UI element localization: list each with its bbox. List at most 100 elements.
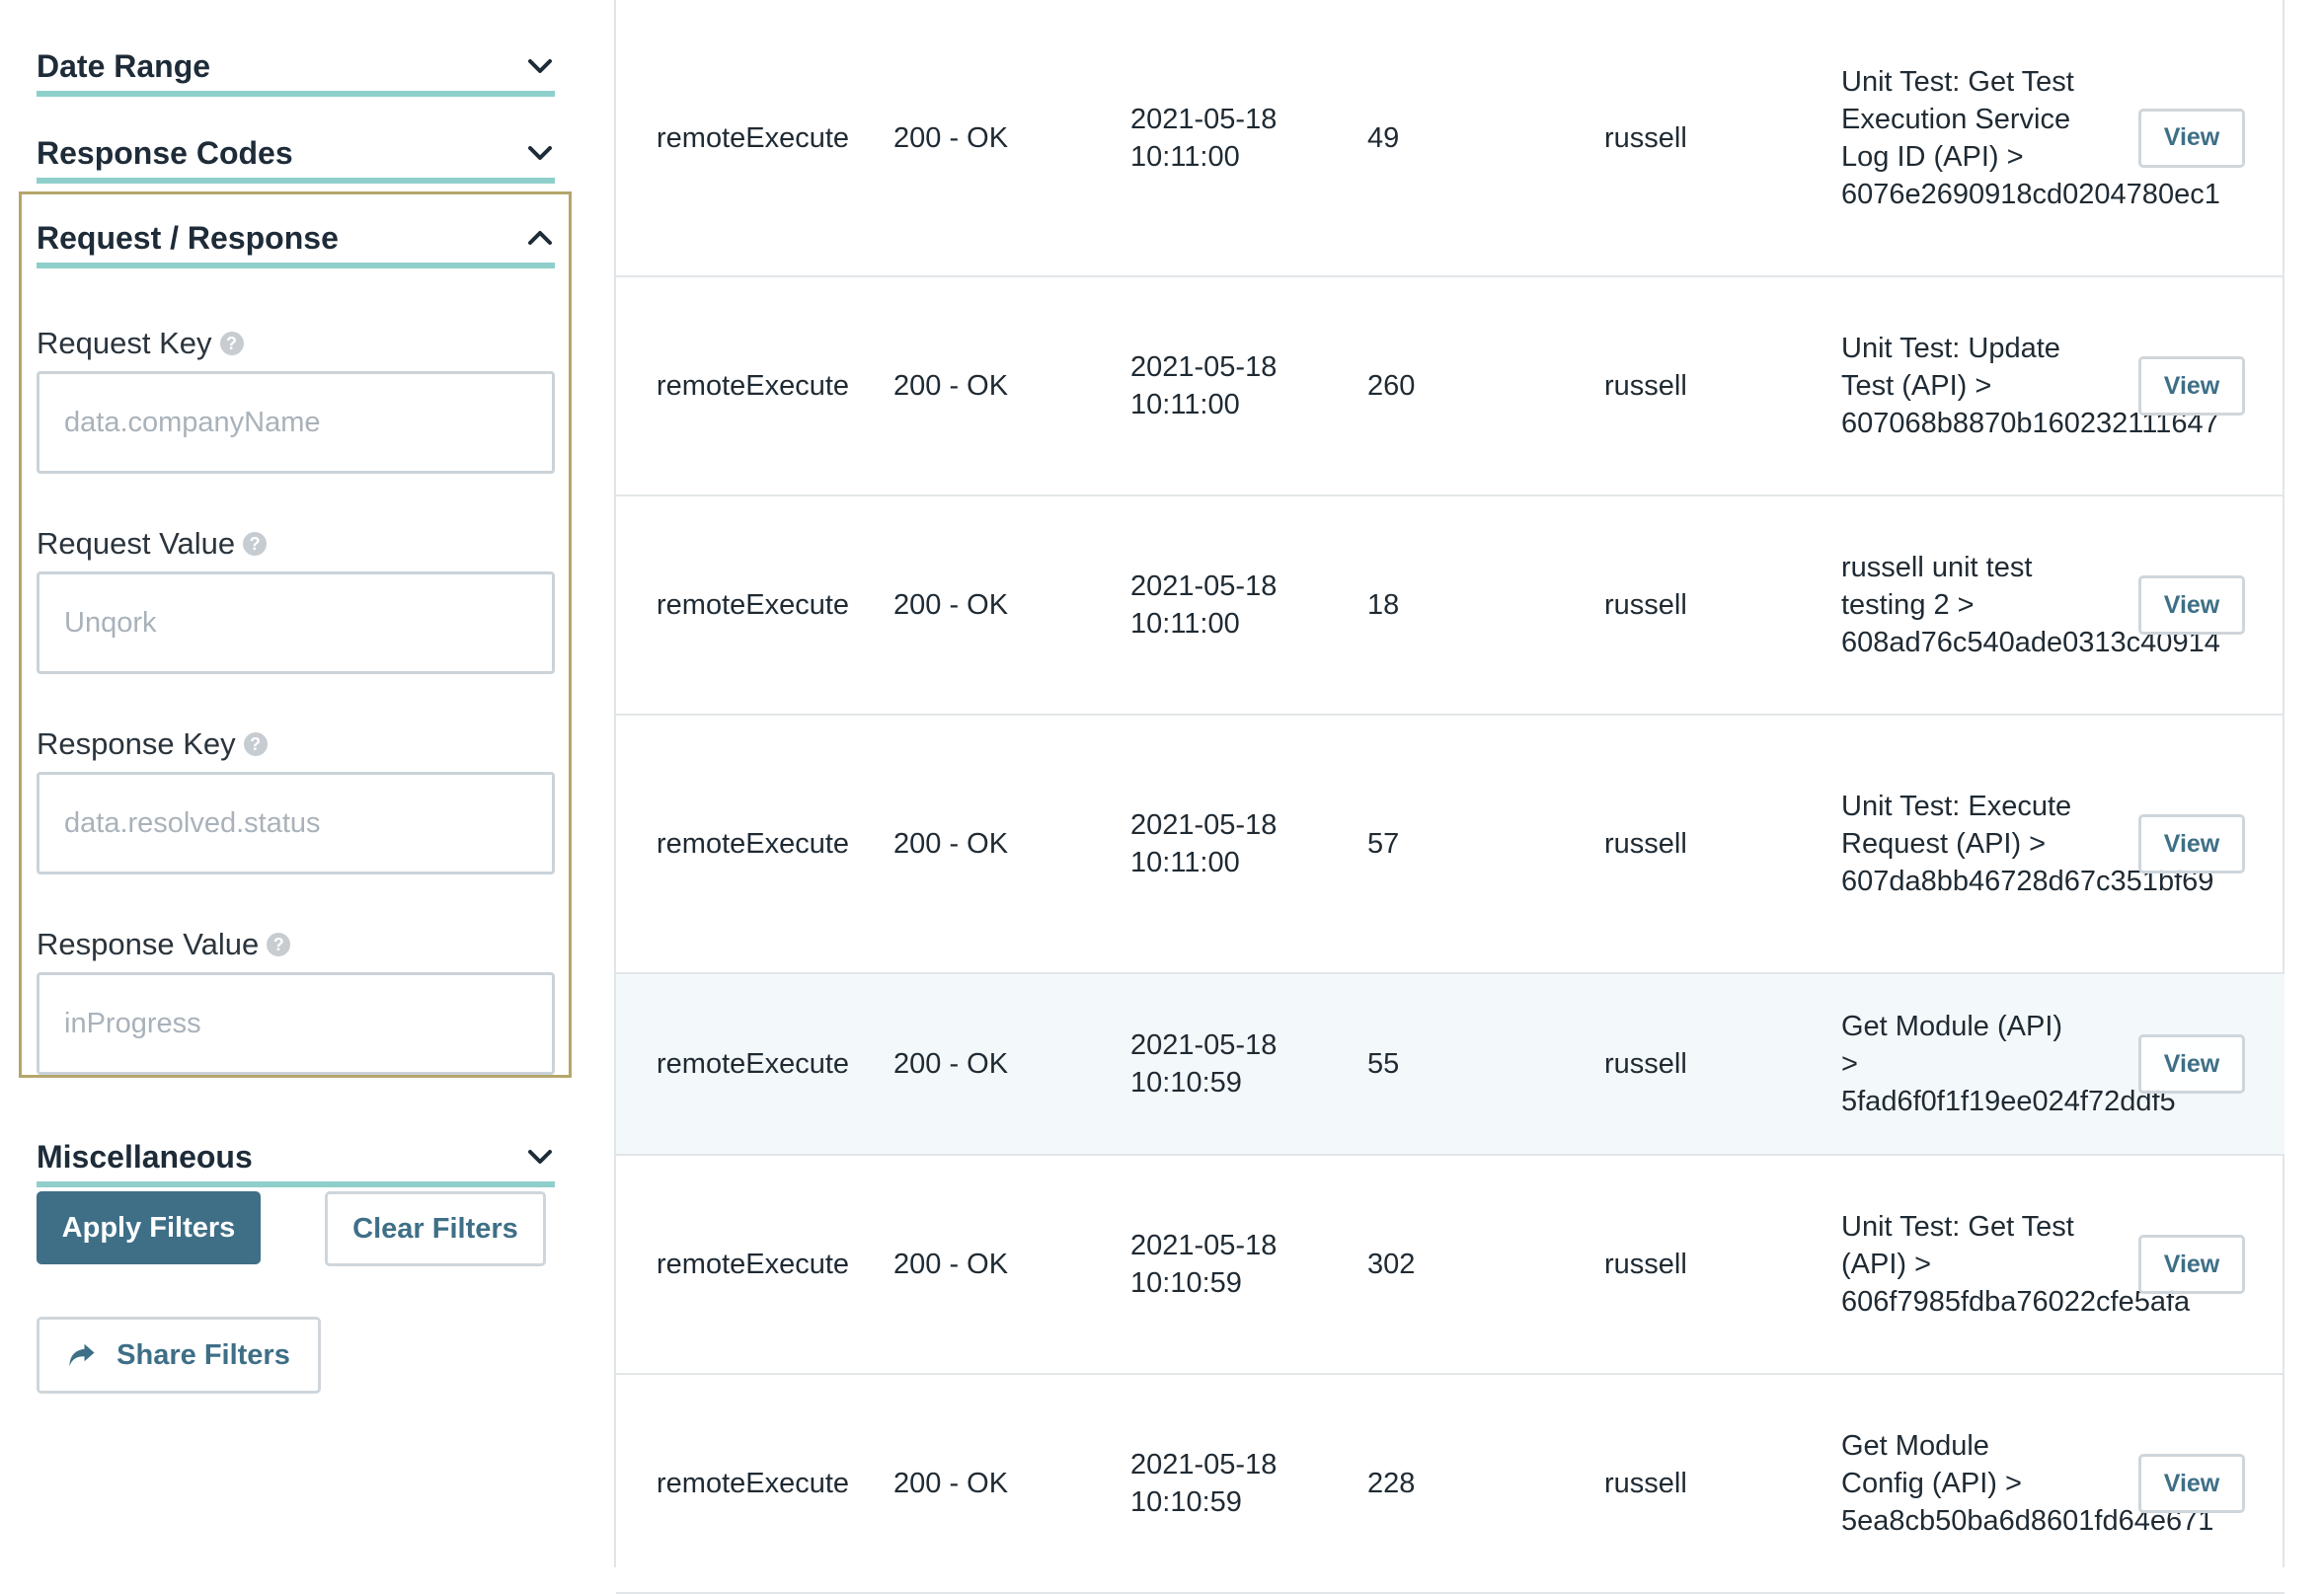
- chevron-down-icon: [528, 59, 552, 73]
- cell-time: 10:11:00: [1130, 140, 1240, 173]
- request-value-input[interactable]: [37, 571, 555, 674]
- cell-description-text: Unit Test: Execute Request (API) >: [1841, 791, 2072, 860]
- cell-description: Get Module Config (API) >5ea8cb50ba6d860…: [1841, 1427, 2213, 1540]
- cell-time: 10:11:00: [1130, 608, 1240, 640]
- cell-datetime: 2021-05-18 10:11:00: [1130, 101, 1277, 176]
- cell-description: russell unit test testing 2 >608ad76c540…: [1841, 549, 2220, 661]
- view-button[interactable]: View: [2138, 575, 2245, 635]
- cell-status: 200 - OK: [893, 1468, 1009, 1499]
- cell-description: Unit Test: Get Test Execution Service Lo…: [1841, 63, 2220, 213]
- cell-description-text: Get Module (API) >: [1841, 1011, 2063, 1080]
- view-button[interactable]: View: [2138, 1235, 2245, 1294]
- cell-time: 10:11:00: [1130, 389, 1240, 420]
- cell-status: 200 - OK: [893, 1048, 1009, 1080]
- cell-status: 200 - OK: [893, 121, 1009, 154]
- cell-time: 10:10:59: [1130, 1267, 1242, 1299]
- accordion-title: Response Codes: [37, 134, 293, 171]
- request-key-input[interactable]: [37, 371, 555, 474]
- view-button[interactable]: View: [2138, 1034, 2245, 1094]
- clear-filters-button[interactable]: Clear Filters: [325, 1191, 546, 1266]
- accordion-title: Miscellaneous: [37, 1138, 253, 1175]
- cell-time: 10:10:59: [1130, 1067, 1242, 1099]
- cell-duration: 260: [1367, 370, 1416, 402]
- table-row: remoteExecute 200 - OK 2021-05-18 10:11:0…: [616, 277, 2285, 496]
- cell-duration: 57: [1367, 828, 1400, 860]
- cell-date: 2021-05-18: [1130, 809, 1278, 841]
- help-icon[interactable]: ?: [219, 332, 244, 355]
- chevron-up-icon: [528, 231, 552, 245]
- cell-duration: 228: [1367, 1468, 1416, 1499]
- cell-method: remoteExecute: [657, 121, 850, 154]
- cell-description: Unit Test: Get Test (API) > 606f7985fdba7…: [1841, 1208, 2190, 1321]
- request-key-label: Request Key ?: [37, 326, 244, 361]
- cell-user: russell: [1604, 828, 1687, 860]
- share-arrow-icon: [69, 1343, 95, 1367]
- filter-sidebar: Date Range Response Codes Request / Resp…: [0, 0, 614, 1567]
- cell-datetime: 2021-05-18 10:11:00: [1130, 806, 1277, 881]
- help-icon[interactable]: ?: [267, 933, 291, 956]
- response-key-input[interactable]: [37, 772, 555, 874]
- cell-description: Unit Test: Execute Request (API) >607da8…: [1841, 788, 2213, 900]
- chevron-down-icon: [528, 1150, 552, 1164]
- cell-method: remoteExecute: [657, 370, 850, 402]
- cell-datetime: 2021-05-18 10:11:00: [1130, 568, 1277, 643]
- table-row: remoteExecute 200 - OK 2021-05-18 10:11:0…: [616, 716, 2285, 974]
- response-value-input[interactable]: [37, 972, 555, 1075]
- cell-date: 2021-05-18: [1130, 570, 1278, 602]
- share-filters-button[interactable]: Share Filters: [37, 1317, 321, 1394]
- cell-date: 2021-05-18: [1130, 103, 1278, 135]
- accordion-response-codes[interactable]: Response Codes: [37, 128, 555, 184]
- cell-description-text: Get Module Config (API) >: [1841, 1430, 2022, 1499]
- cell-date: 2021-05-18: [1130, 1230, 1278, 1261]
- field-label-text: Response Value: [37, 927, 260, 961]
- cell-id: 5fad6f0f1f19ee024f72ddf5: [1841, 1086, 2176, 1117]
- field-label-text: Response Key: [37, 726, 236, 761]
- table-row: remoteExecute 200 - OK 2021-05-18 10:10:5…: [616, 1156, 2285, 1375]
- field-label-text: Request Key: [37, 326, 212, 360]
- cell-status: 200 - OK: [893, 370, 1009, 402]
- help-icon[interactable]: ?: [243, 532, 268, 556]
- cell-status: 200 - OK: [893, 589, 1009, 621]
- cell-description-text: Unit Test: Get Test (API) >: [1841, 1211, 2074, 1280]
- cell-time: 10:10:59: [1130, 1486, 1242, 1518]
- cell-datetime: 2021-05-18 10:11:00: [1130, 348, 1277, 423]
- cell-duration: 55: [1367, 1048, 1400, 1080]
- view-button[interactable]: View: [2138, 814, 2245, 873]
- response-key-label: Response Key ?: [37, 726, 268, 762]
- cell-datetime: 2021-05-18 10:10:59: [1130, 1227, 1277, 1302]
- accordion-miscellaneous[interactable]: Miscellaneous: [37, 1132, 555, 1187]
- chevron-down-icon: [528, 146, 552, 160]
- cell-user: russell: [1604, 1249, 1687, 1280]
- accordion-request-response[interactable]: Request / Response: [37, 213, 555, 268]
- cell-method: remoteExecute: [657, 1249, 850, 1280]
- cell-date: 2021-05-18: [1130, 1449, 1278, 1480]
- cell-id: 6076e2690918cd0204780ec1: [1841, 178, 2220, 210]
- cell-user: russell: [1604, 1468, 1687, 1499]
- view-button[interactable]: View: [2138, 1454, 2245, 1513]
- cell-time: 10:11:00: [1130, 847, 1240, 878]
- table-row: remoteExecute 200 - OK 2021-05-18 10:11:0…: [616, 0, 2285, 277]
- cell-description-text: Unit Test: Get Test Execution Service Lo…: [1841, 65, 2074, 173]
- share-filters-label: Share Filters: [116, 1338, 290, 1371]
- cell-datetime: 2021-05-18 10:10:59: [1130, 1446, 1277, 1521]
- cell-user: russell: [1604, 1048, 1687, 1080]
- accordion-date-range[interactable]: Date Range: [37, 41, 555, 97]
- view-button[interactable]: View: [2138, 356, 2245, 416]
- accordion-title: Request / Response: [37, 219, 339, 256]
- help-icon[interactable]: ?: [243, 732, 268, 756]
- apply-filters-button[interactable]: Apply Filters: [37, 1191, 261, 1264]
- cell-description: Get Module (API) > 5fad6f0f1f19ee024f72dd…: [1841, 1008, 2176, 1120]
- cell-id: 606f7985fdba76022cfe5afa: [1841, 1286, 2191, 1318]
- view-button[interactable]: View: [2138, 108, 2245, 168]
- cell-duration: 18: [1367, 589, 1400, 621]
- cell-description-text: Unit Test: Update Test (API) >: [1841, 333, 2060, 402]
- request-log-table: remoteExecute 200 - OK 2021-05-18 10:11:0…: [614, 0, 2285, 1594]
- cell-date: 2021-05-18: [1130, 1029, 1278, 1061]
- cell-method: remoteExecute: [657, 589, 850, 621]
- table-row: remoteExecute 200 - OK 2021-05-18 10:10:5…: [616, 1375, 2285, 1594]
- cell-user: russell: [1604, 370, 1687, 402]
- cell-datetime: 2021-05-18 10:10:59: [1130, 1026, 1277, 1101]
- cell-user: russell: [1604, 121, 1687, 154]
- cell-date: 2021-05-18: [1130, 351, 1278, 383]
- table-row: remoteExecute 200 - OK 2021-05-18 10:10:5…: [616, 974, 2285, 1156]
